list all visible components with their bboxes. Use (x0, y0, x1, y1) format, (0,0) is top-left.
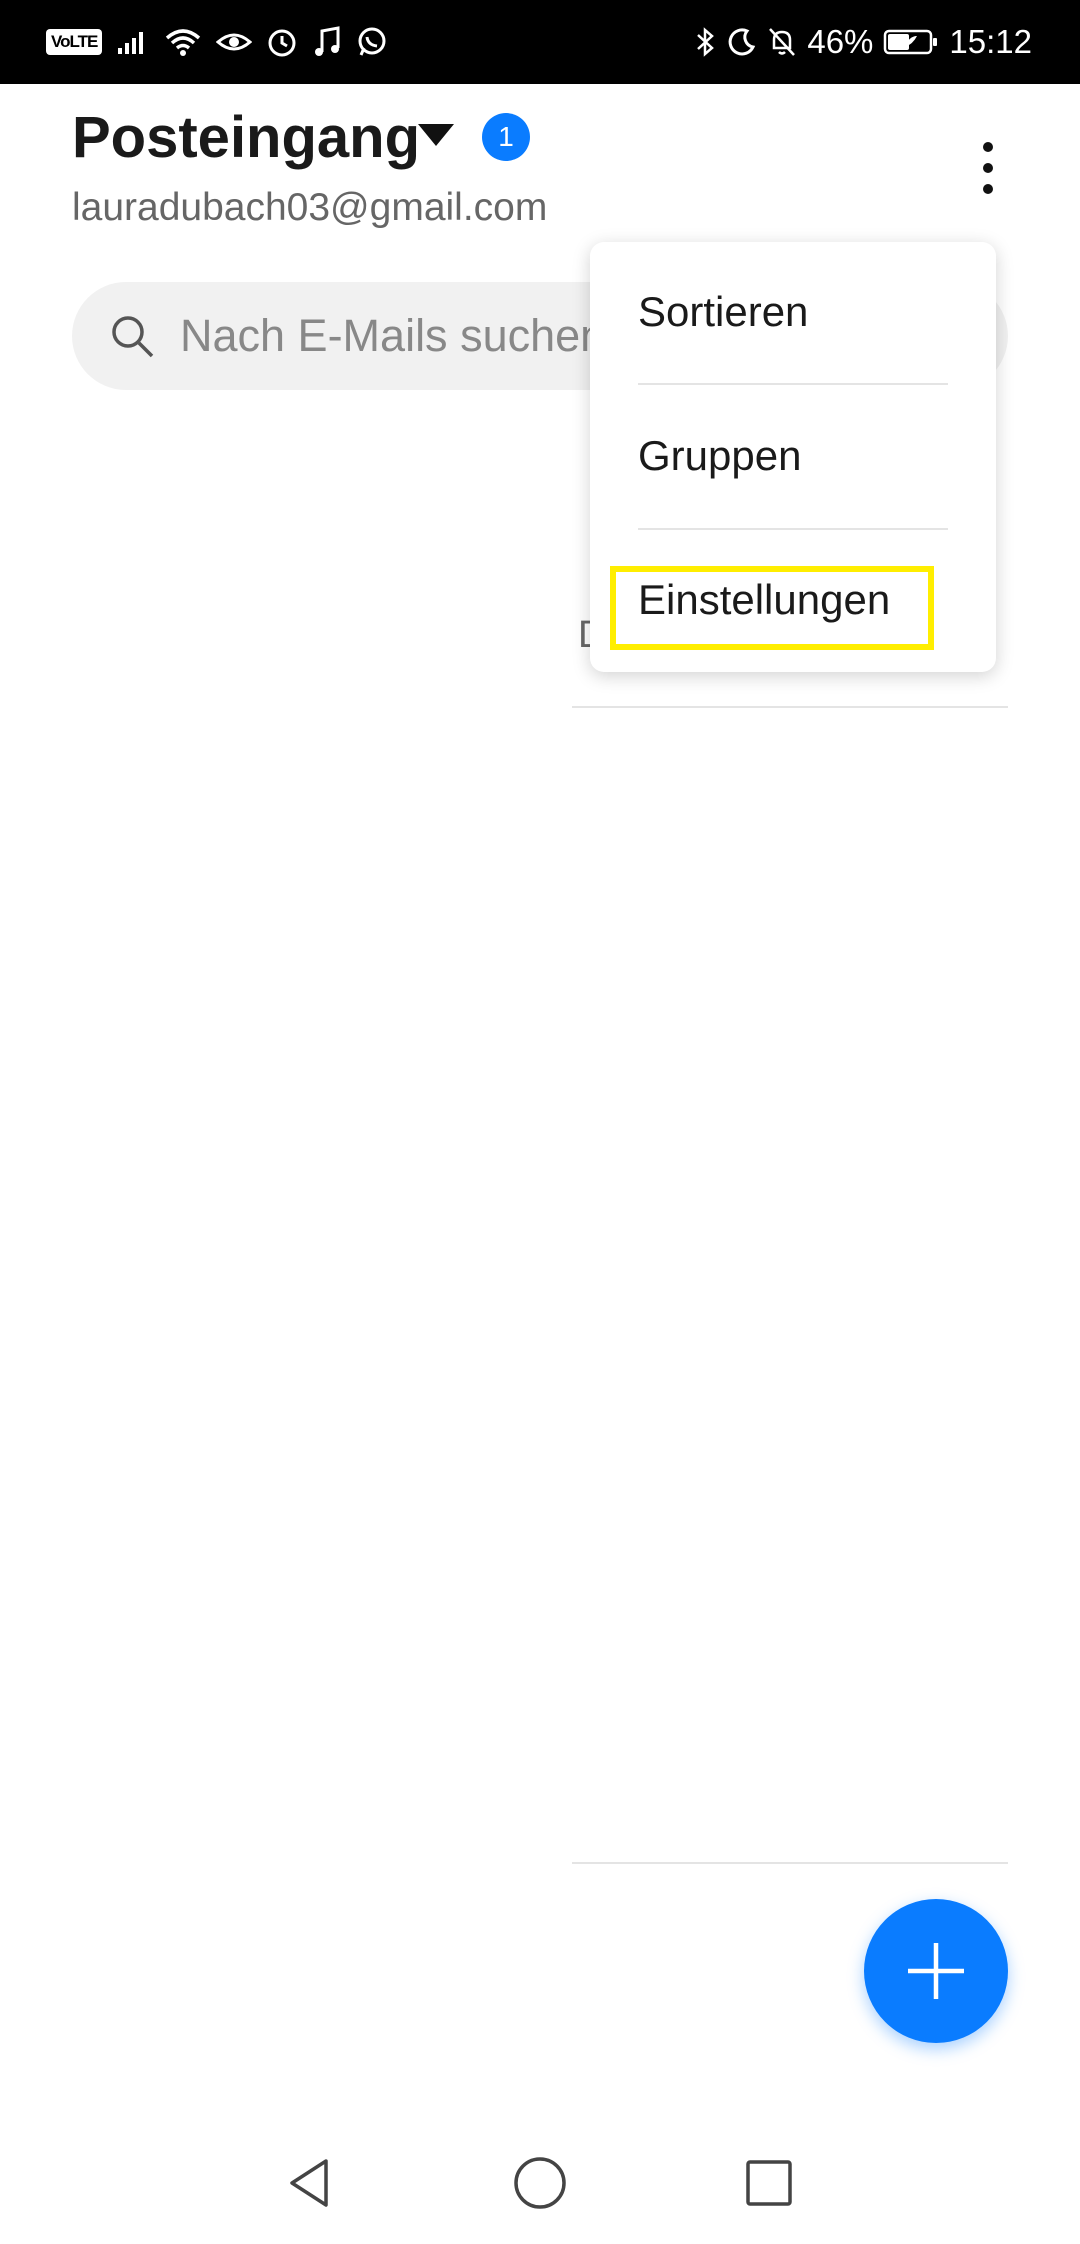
plus-icon (908, 1943, 964, 1999)
status-bar-left: VoLTE (46, 0, 388, 84)
signal-icon (116, 22, 150, 62)
compose-button[interactable] (864, 1899, 1008, 2043)
whatsapp-icon (356, 22, 388, 62)
menu-divider (638, 383, 948, 385)
more-options-icon[interactable] (964, 136, 1012, 200)
bluetooth-icon (695, 22, 717, 62)
list-divider (572, 706, 1008, 708)
list-divider (572, 1862, 1008, 1864)
menu-item-settings[interactable]: Einstellungen (638, 576, 890, 624)
wifi-icon (164, 22, 202, 62)
back-icon[interactable] (274, 2148, 344, 2218)
alarm-icon (266, 22, 298, 62)
menu-divider (638, 528, 948, 530)
eye-icon (216, 22, 253, 62)
menu-item-groups[interactable]: Gruppen (638, 432, 801, 480)
volte-badge: VoLTE (46, 29, 103, 55)
battery-percent: 46% (807, 23, 874, 60)
music-icon (312, 22, 342, 62)
overflow-menu: Sortieren Gruppen Einstellungen (590, 242, 996, 672)
unread-badge: 1 (482, 113, 530, 161)
recents-icon[interactable] (734, 2148, 804, 2218)
home-icon[interactable] (505, 2148, 575, 2218)
moon-icon (727, 22, 757, 62)
status-bar: VoLTE 46% 15:12 (0, 0, 1080, 84)
menu-item-sort[interactable]: Sortieren (638, 288, 808, 336)
status-bar-right: 46% 15:12 (695, 0, 1032, 84)
search-icon (112, 316, 154, 358)
caret-down-icon[interactable] (418, 124, 454, 146)
status-time: 15:12 (949, 23, 1032, 60)
navigation-bar (0, 2120, 1080, 2244)
account-email: lauradubach03@gmail.com (72, 186, 548, 229)
battery-icon (883, 22, 939, 62)
mailbox-title[interactable]: Posteingang (72, 104, 420, 171)
bell-off-icon (767, 22, 797, 62)
